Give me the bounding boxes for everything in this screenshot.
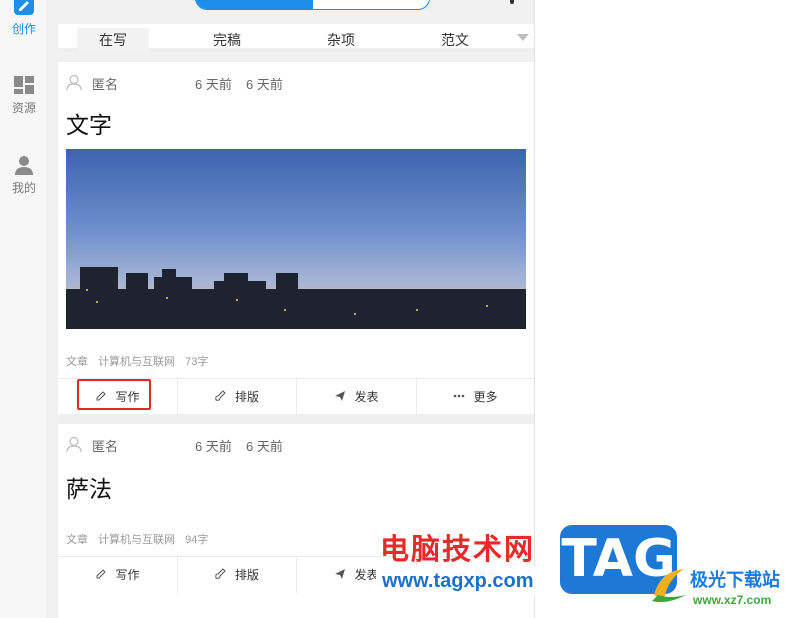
tab-bar: 在写 完稿 杂项 范文 <box>58 24 534 52</box>
brush-icon <box>215 390 226 402</box>
sidebar: 创作 资源 我的 <box>0 0 48 618</box>
publish-label: 发表 <box>354 390 379 404</box>
layout-button[interactable]: 排版 <box>177 557 297 593</box>
nav-item-label: 资源 <box>11 101 36 115</box>
nav-item-label: 我的 <box>11 181 36 195</box>
watermark-site-name: 极光下载站 <box>690 570 780 591</box>
send-icon <box>335 391 346 402</box>
cover-image <box>66 149 526 329</box>
modified-time: 6 天前 <box>246 439 283 454</box>
watermark-site-url: www.xz7.com <box>693 593 772 607</box>
nav-item-label: 创作 <box>11 22 36 36</box>
user-icon <box>66 436 82 453</box>
layout-label: 排版 <box>234 568 259 582</box>
divider <box>48 0 58 618</box>
created-time: 6 天前 <box>195 439 232 454</box>
more-label: 更多 <box>473 390 498 404</box>
segment-option-active[interactable] <box>196 0 313 9</box>
edit-icon <box>14 0 34 15</box>
user-icon <box>15 156 33 175</box>
watermark-url: www.tagxp.com <box>376 566 548 596</box>
document-category: 文章 <box>66 534 88 546</box>
write-button[interactable]: 写作 <box>58 557 178 593</box>
document-tag: 计算机与互联网 <box>98 356 176 368</box>
word-count: 73字 <box>185 356 209 368</box>
segment-switch[interactable] <box>195 0 430 10</box>
watermark-text: 电脑技术网 <box>380 532 536 566</box>
brush-icon <box>215 568 226 580</box>
card-meta: 匿名 6 天前 6 天前 <box>66 74 526 92</box>
document-info: 文章 计算机与互联网 73字 <box>66 353 215 369</box>
tabs-dropdown-icon[interactable] <box>517 34 529 41</box>
document-category: 文章 <box>66 356 88 368</box>
document-title: 萨法 <box>66 477 112 503</box>
document-title: 文字 <box>66 113 112 139</box>
tab-finished[interactable]: 完稿 <box>191 28 263 52</box>
ellipsis-icon <box>454 395 465 398</box>
document-tag: 计算机与互联网 <box>98 534 176 546</box>
nav-item-resources[interactable]: 资源 <box>0 75 48 116</box>
more-menu-icon[interactable] <box>510 0 514 4</box>
more-button[interactable]: 更多 <box>416 379 534 415</box>
card-actions: 写作 排版 发表 更多 <box>58 378 534 415</box>
modified-time: 6 天前 <box>246 77 283 92</box>
nav-item-mine[interactable]: 我的 <box>0 155 48 196</box>
card-meta: 匿名 6 天前 6 天前 <box>66 436 526 454</box>
aurora-logo-icon <box>652 569 686 603</box>
layout-button[interactable]: 排版 <box>177 379 297 415</box>
layout-label: 排版 <box>234 390 259 404</box>
tab-misc[interactable]: 杂项 <box>305 28 377 52</box>
author-name: 匿名 <box>92 77 119 92</box>
grid-icon <box>14 76 34 94</box>
document-card[interactable]: 匿名 6 天前 6 天前 文字 文章 计算机与互联网 73字 写作 排版 发表 … <box>58 62 534 415</box>
publish-label: 发表 <box>354 568 379 582</box>
document-info: 文章 计算机与互联网 94字 <box>66 531 215 547</box>
card-separator <box>58 414 534 424</box>
pencil-icon <box>96 569 107 579</box>
nav-item-create[interactable]: 创作 <box>0 0 48 37</box>
tab-samples[interactable]: 范文 <box>419 28 491 52</box>
word-count: 94字 <box>185 534 209 546</box>
publish-button[interactable]: 发表 <box>297 379 417 415</box>
highlight-box <box>77 379 151 410</box>
segment-option[interactable] <box>313 0 430 9</box>
tab-writing[interactable]: 在写 <box>77 28 149 52</box>
send-icon <box>335 569 346 580</box>
write-label: 写作 <box>115 568 140 582</box>
user-icon <box>66 74 82 91</box>
author-name: 匿名 <box>92 439 119 454</box>
created-time: 6 天前 <box>195 77 232 92</box>
